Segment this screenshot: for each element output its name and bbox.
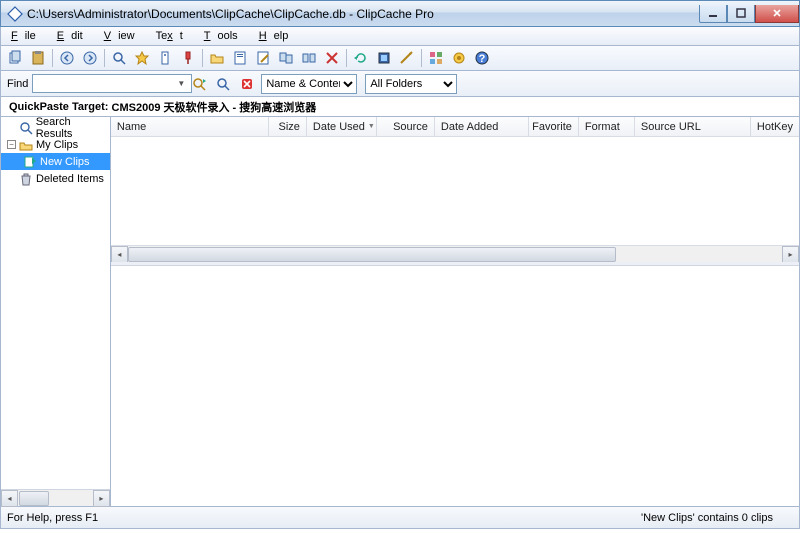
menu-text[interactable]: Text [149, 29, 197, 43]
window-buttons [699, 5, 799, 23]
column-size[interactable]: Size [269, 117, 307, 136]
findbar: Find ▼ Name & Content All Folders [0, 71, 800, 97]
sort-desc-icon: ▼ [368, 123, 375, 130]
menu-view[interactable]: View [97, 29, 149, 43]
new-clip-button[interactable] [229, 47, 251, 69]
forward-button[interactable] [79, 47, 101, 69]
search-button[interactable] [108, 47, 130, 69]
sidebar: Search Results − My Clips New Clips Dele… [1, 117, 111, 506]
toolbar: ? [0, 46, 800, 71]
column-format[interactable]: Format [579, 117, 635, 136]
find-clear-button[interactable] [237, 74, 257, 94]
find-scope-select[interactable]: Name & Content [261, 74, 357, 94]
favorite-button[interactable] [131, 47, 153, 69]
svg-text:?: ? [479, 53, 486, 65]
column-name[interactable]: Name [111, 117, 269, 136]
scroll-track[interactable] [128, 247, 782, 262]
separator-icon [52, 49, 53, 67]
find-input[interactable] [32, 74, 192, 93]
search-results-icon [19, 121, 33, 135]
collapse-icon[interactable]: − [7, 140, 16, 149]
menu-tools[interactable]: Tools [197, 29, 252, 43]
scroll-left-icon[interactable]: ◂ [111, 246, 128, 263]
close-button[interactable] [755, 5, 799, 23]
maximize-button[interactable] [727, 5, 755, 23]
status-info: 'New Clips' contains 0 clips [641, 512, 793, 524]
tag-button[interactable] [154, 47, 176, 69]
find-go-button[interactable] [189, 74, 209, 94]
status-help: For Help, press F1 [7, 512, 641, 524]
list-body[interactable] [111, 137, 799, 245]
separator-icon [202, 49, 203, 67]
trash-icon [19, 172, 33, 186]
merge-button[interactable] [275, 47, 297, 69]
scroll-left-icon[interactable]: ◂ [1, 490, 18, 507]
column-date-used[interactable]: Date Used▼ [307, 117, 377, 136]
main-area: Search Results − My Clips New Clips Dele… [0, 117, 800, 507]
window-title: C:\Users\Administrator\Documents\ClipCac… [27, 7, 699, 21]
find-options-button[interactable] [213, 74, 233, 94]
list-header: Name Size Date Used▼ Source Date Added F… [111, 117, 799, 137]
find-folder-select[interactable]: All Folders [365, 74, 457, 94]
pin-button[interactable] [177, 47, 199, 69]
list-scrollbar[interactable]: ◂ ▸ [111, 245, 799, 262]
quickpaste-target: CMS2009 天极软件录入 - 搜狗高速浏览器 [112, 99, 317, 115]
tree-label: Search Results [36, 116, 108, 140]
scroll-thumb[interactable] [128, 247, 616, 262]
paste-button[interactable] [27, 47, 49, 69]
help-button[interactable]: ? [471, 47, 493, 69]
options-button[interactable] [448, 47, 470, 69]
quickpaste-label: QuickPaste Target: [9, 101, 108, 113]
minimize-button[interactable] [699, 5, 727, 23]
menu-file[interactable]: File [4, 29, 50, 43]
new-folder-button[interactable] [206, 47, 228, 69]
refresh-button[interactable] [350, 47, 372, 69]
column-source[interactable]: Source [377, 117, 435, 136]
app-icon [7, 6, 23, 22]
preview-pane[interactable] [111, 265, 799, 506]
find-label: Find [7, 78, 28, 90]
titlebar: C:\Users\Administrator\Documents\ClipCac… [0, 0, 800, 27]
separator-icon [346, 49, 347, 67]
scroll-thumb[interactable] [19, 491, 49, 506]
tree-label: My Clips [36, 139, 78, 151]
menubar: File Edit View Text Tools Help [0, 27, 800, 46]
content-area: Name Size Date Used▼ Source Date Added F… [111, 117, 799, 506]
target-button[interactable] [396, 47, 418, 69]
sidebar-scrollbar[interactable]: ◂ ▸ [1, 489, 110, 506]
column-source-url[interactable]: Source URL [635, 117, 751, 136]
statusbar: For Help, press F1 'New Clips' contains … [0, 507, 800, 529]
clips-icon [23, 155, 37, 169]
chevron-down-icon[interactable]: ▼ [177, 79, 185, 88]
tree-node-new-clips[interactable]: New Clips [1, 153, 110, 170]
column-hotkey[interactable]: HotKey [751, 117, 799, 136]
grid-view-button[interactable] [425, 47, 447, 69]
folder-tree[interactable]: Search Results − My Clips New Clips Dele… [1, 117, 110, 489]
delete-button[interactable] [321, 47, 343, 69]
scroll-right-icon[interactable]: ▸ [782, 246, 799, 263]
column-date-added[interactable]: Date Added [435, 117, 529, 136]
tree-label: New Clips [40, 156, 90, 168]
back-button[interactable] [56, 47, 78, 69]
separator-icon [421, 49, 422, 67]
quickpaste-banner: QuickPaste Target: CMS2009 天极软件录入 - 搜狗高速… [0, 97, 800, 117]
column-favorite[interactable]: Favorite [529, 117, 579, 136]
tree-node-deleted-items[interactable]: Deleted Items [1, 170, 110, 187]
menu-help[interactable]: Help [252, 29, 303, 43]
tree-label: Deleted Items [36, 173, 104, 185]
folder-open-icon [19, 138, 33, 152]
scroll-right-icon[interactable]: ▸ [93, 490, 110, 507]
tree-node-search-results[interactable]: Search Results [1, 119, 110, 136]
split-button[interactable] [298, 47, 320, 69]
edit-clip-button[interactable] [252, 47, 274, 69]
separator-icon [104, 49, 105, 67]
copy-button[interactable] [4, 47, 26, 69]
capture-button[interactable] [373, 47, 395, 69]
menu-edit[interactable]: Edit [50, 29, 97, 43]
